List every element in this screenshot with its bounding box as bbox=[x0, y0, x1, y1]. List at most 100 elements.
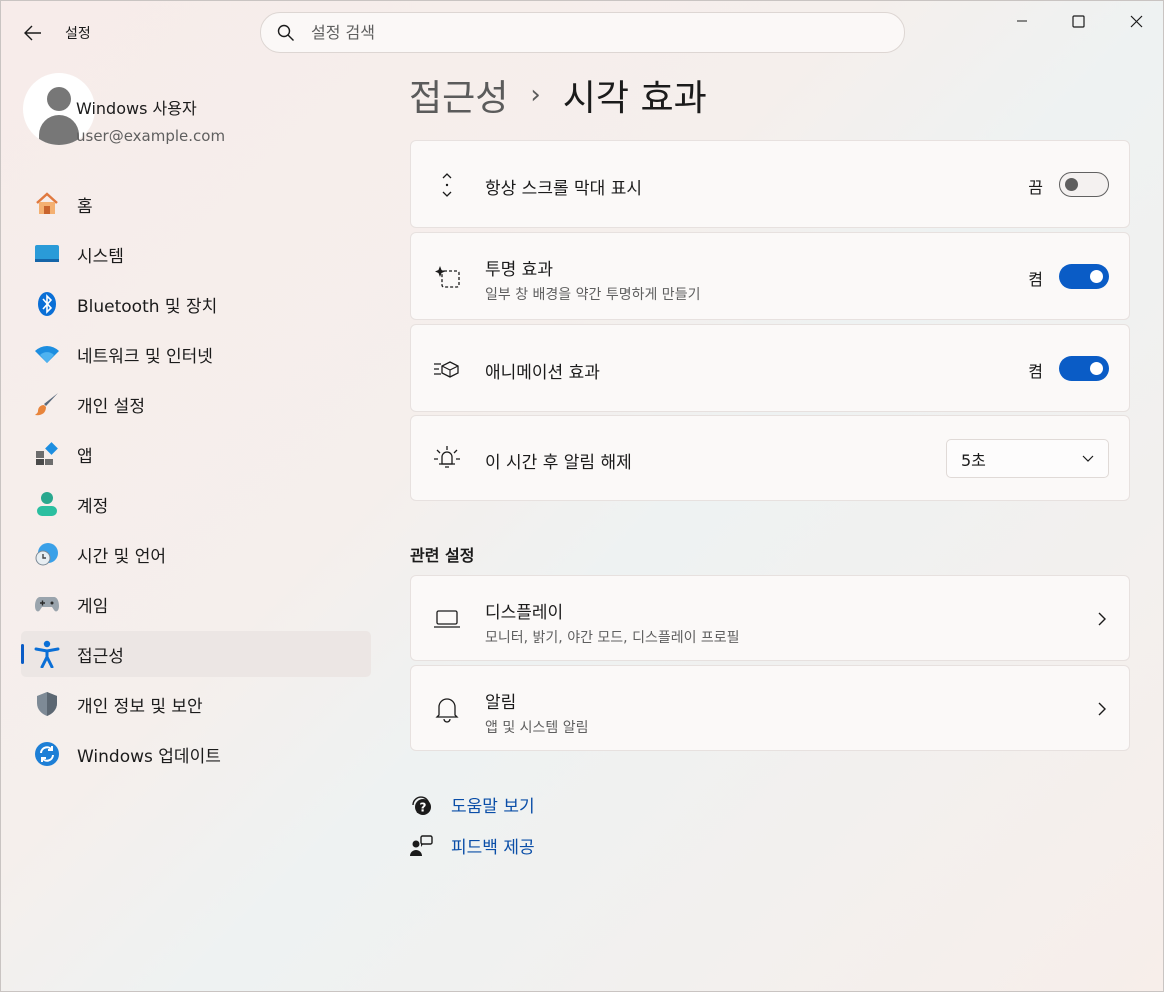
maximize-button[interactable] bbox=[1049, 1, 1107, 41]
back-arrow-icon bbox=[24, 25, 41, 41]
minimize-button[interactable] bbox=[993, 1, 1051, 41]
toggle-state-label: 켬 bbox=[1028, 270, 1043, 289]
related-title: 알림 bbox=[485, 693, 517, 713]
close-icon bbox=[1130, 15, 1142, 27]
search-input[interactable] bbox=[311, 23, 871, 42]
help-link-label[interactable]: 도움말 보기 bbox=[451, 792, 535, 817]
home-icon bbox=[33, 190, 61, 218]
toggle-state-label: 끔 bbox=[1028, 178, 1043, 197]
search-box[interactable] bbox=[260, 12, 905, 53]
sidebar-item-personalization[interactable]: 개인 설정 bbox=[21, 381, 371, 427]
breadcrumb-parent[interactable]: 접근성 bbox=[409, 69, 508, 121]
search-icon bbox=[275, 22, 297, 44]
avatar-head bbox=[47, 87, 71, 111]
sidebar-item-accessibility[interactable]: 접근성 bbox=[21, 631, 371, 677]
sidebar-item-gaming[interactable]: 게임 bbox=[21, 581, 371, 627]
sidebar-item-label: 시스템 bbox=[77, 246, 124, 267]
help-link[interactable]: ? 도움말 보기 bbox=[409, 792, 535, 817]
close-button[interactable] bbox=[1107, 1, 1164, 41]
setting-scrollbars: 항상 스크롤 막대 표시 끔 bbox=[410, 140, 1130, 228]
page-title: 시각 효과 bbox=[562, 78, 707, 119]
maximize-icon bbox=[1071, 14, 1085, 28]
chevron-right-icon bbox=[1098, 612, 1106, 626]
bluetooth-icon bbox=[33, 290, 61, 318]
setting-title: 투명 효과 bbox=[485, 260, 553, 280]
animation-icon bbox=[431, 353, 463, 385]
sidebar-item-label: 홈 bbox=[77, 196, 93, 217]
breadcrumb-separator: › bbox=[530, 80, 541, 110]
setting-transparency: 투명 효과 일부 창 배경을 약간 투명하게 만들기 켬 bbox=[410, 232, 1130, 320]
related-notifications[interactable]: 알림 앱 및 시스템 알림 bbox=[410, 665, 1130, 751]
animation-toggle[interactable] bbox=[1059, 356, 1109, 381]
sidebar-item-label: 접근성 bbox=[77, 646, 124, 667]
scrollbar-icon bbox=[431, 169, 463, 201]
setting-title: 항상 스크롤 막대 표시 bbox=[485, 179, 642, 199]
sidebar-item-label: 게임 bbox=[77, 596, 109, 617]
account-icon bbox=[33, 490, 61, 518]
sidebar-item-label: 네트워크 및 인터넷 bbox=[77, 346, 213, 367]
setting-dismiss-notifications: 이 시간 후 알림 해제 5초 bbox=[410, 415, 1130, 501]
laptop-icon bbox=[431, 603, 463, 635]
toggle-state-label: 켬 bbox=[1028, 362, 1043, 381]
brush-icon bbox=[33, 390, 61, 418]
toggle-knob bbox=[1090, 270, 1103, 283]
sidebar-item-label: 앱 bbox=[77, 446, 93, 467]
sidebar-item-apps[interactable]: 앱 bbox=[21, 431, 371, 477]
minimize-icon bbox=[1017, 20, 1027, 22]
dismiss-time-select[interactable]: 5초 bbox=[946, 439, 1109, 478]
back-button[interactable] bbox=[19, 19, 47, 47]
feedback-link[interactable]: 피드백 제공 bbox=[409, 833, 535, 858]
select-value: 5초 bbox=[961, 450, 986, 470]
toggle-knob bbox=[1065, 178, 1078, 191]
setting-title: 이 시간 후 알림 해제 bbox=[485, 453, 632, 473]
sidebar-item-home[interactable]: 홈 bbox=[21, 181, 371, 227]
related-title: 디스플레이 bbox=[485, 603, 564, 623]
sidebar-item-label: 시간 및 언어 bbox=[77, 546, 167, 567]
apps-icon bbox=[33, 440, 61, 468]
sidebar-item-label: 계정 bbox=[77, 496, 109, 517]
sidebar-item-system[interactable]: 시스템 bbox=[21, 231, 371, 277]
notification-dismiss-icon bbox=[431, 443, 463, 475]
feedback-link-label[interactable]: 피드백 제공 bbox=[451, 833, 535, 858]
user-email: user@example.com bbox=[76, 127, 226, 145]
breadcrumb: 접근성 › 시각 효과 bbox=[409, 69, 707, 121]
chevron-right-icon bbox=[1098, 702, 1106, 716]
transparency-toggle[interactable] bbox=[1059, 264, 1109, 289]
sidebar-item-windows-update[interactable]: Windows 업데이트 bbox=[21, 731, 371, 777]
sidebar-item-label: Bluetooth 및 장치 bbox=[77, 296, 218, 317]
gamepad-icon bbox=[33, 590, 61, 618]
sidebar-item-accounts[interactable]: 계정 bbox=[21, 481, 371, 527]
toggle-knob bbox=[1090, 362, 1103, 375]
help-icon: ? bbox=[409, 793, 433, 817]
feedback-icon bbox=[409, 834, 433, 858]
avatar-body bbox=[39, 115, 79, 145]
transparency-icon bbox=[431, 261, 463, 293]
sidebar-item-time-language[interactable]: 시간 및 언어 bbox=[21, 531, 371, 577]
setting-title: 애니메이션 효과 bbox=[485, 363, 600, 383]
sidebar-nav: 홈 시스템 Bluetooth 및 장치 네트워크 및 인터넷 개인 설정 앱 … bbox=[21, 181, 371, 781]
sidebar-item-label: 개인 정보 및 보안 bbox=[77, 696, 203, 717]
related-settings-title: 관련 설정 bbox=[410, 546, 475, 565]
sidebar-item-label: Windows 업데이트 bbox=[77, 746, 221, 767]
user-name: Windows 사용자 bbox=[76, 99, 197, 118]
setting-animation: 애니메이션 효과 켬 bbox=[410, 324, 1130, 412]
time-language-icon bbox=[33, 540, 61, 568]
shield-icon bbox=[33, 690, 61, 718]
chevron-down-icon bbox=[1082, 455, 1094, 462]
wifi-icon bbox=[33, 340, 61, 368]
sidebar-item-network[interactable]: 네트워크 및 인터넷 bbox=[21, 331, 371, 377]
system-icon bbox=[33, 240, 61, 268]
setting-subtitle: 일부 창 배경을 약간 투명하게 만들기 bbox=[485, 287, 701, 303]
settings-window: 설정 Windows 사용자 user@example.com 홈 bbox=[0, 0, 1164, 992]
related-subtitle: 모니터, 밝기, 야간 모드, 디스플레이 프로필 bbox=[485, 630, 740, 646]
sidebar-item-label: 개인 설정 bbox=[77, 396, 145, 417]
sidebar-item-privacy[interactable]: 개인 정보 및 보안 bbox=[21, 681, 371, 727]
bell-icon bbox=[431, 693, 463, 725]
related-display[interactable]: 디스플레이 모니터, 밝기, 야간 모드, 디스플레이 프로필 bbox=[410, 575, 1130, 661]
scrollbars-toggle[interactable] bbox=[1059, 172, 1109, 197]
accessibility-icon bbox=[33, 640, 61, 668]
app-title: 설정 bbox=[65, 26, 91, 42]
sidebar-item-bluetooth[interactable]: Bluetooth 및 장치 bbox=[21, 281, 371, 327]
related-subtitle: 앱 및 시스템 알림 bbox=[485, 720, 589, 736]
svg-text:?: ? bbox=[420, 800, 427, 814]
